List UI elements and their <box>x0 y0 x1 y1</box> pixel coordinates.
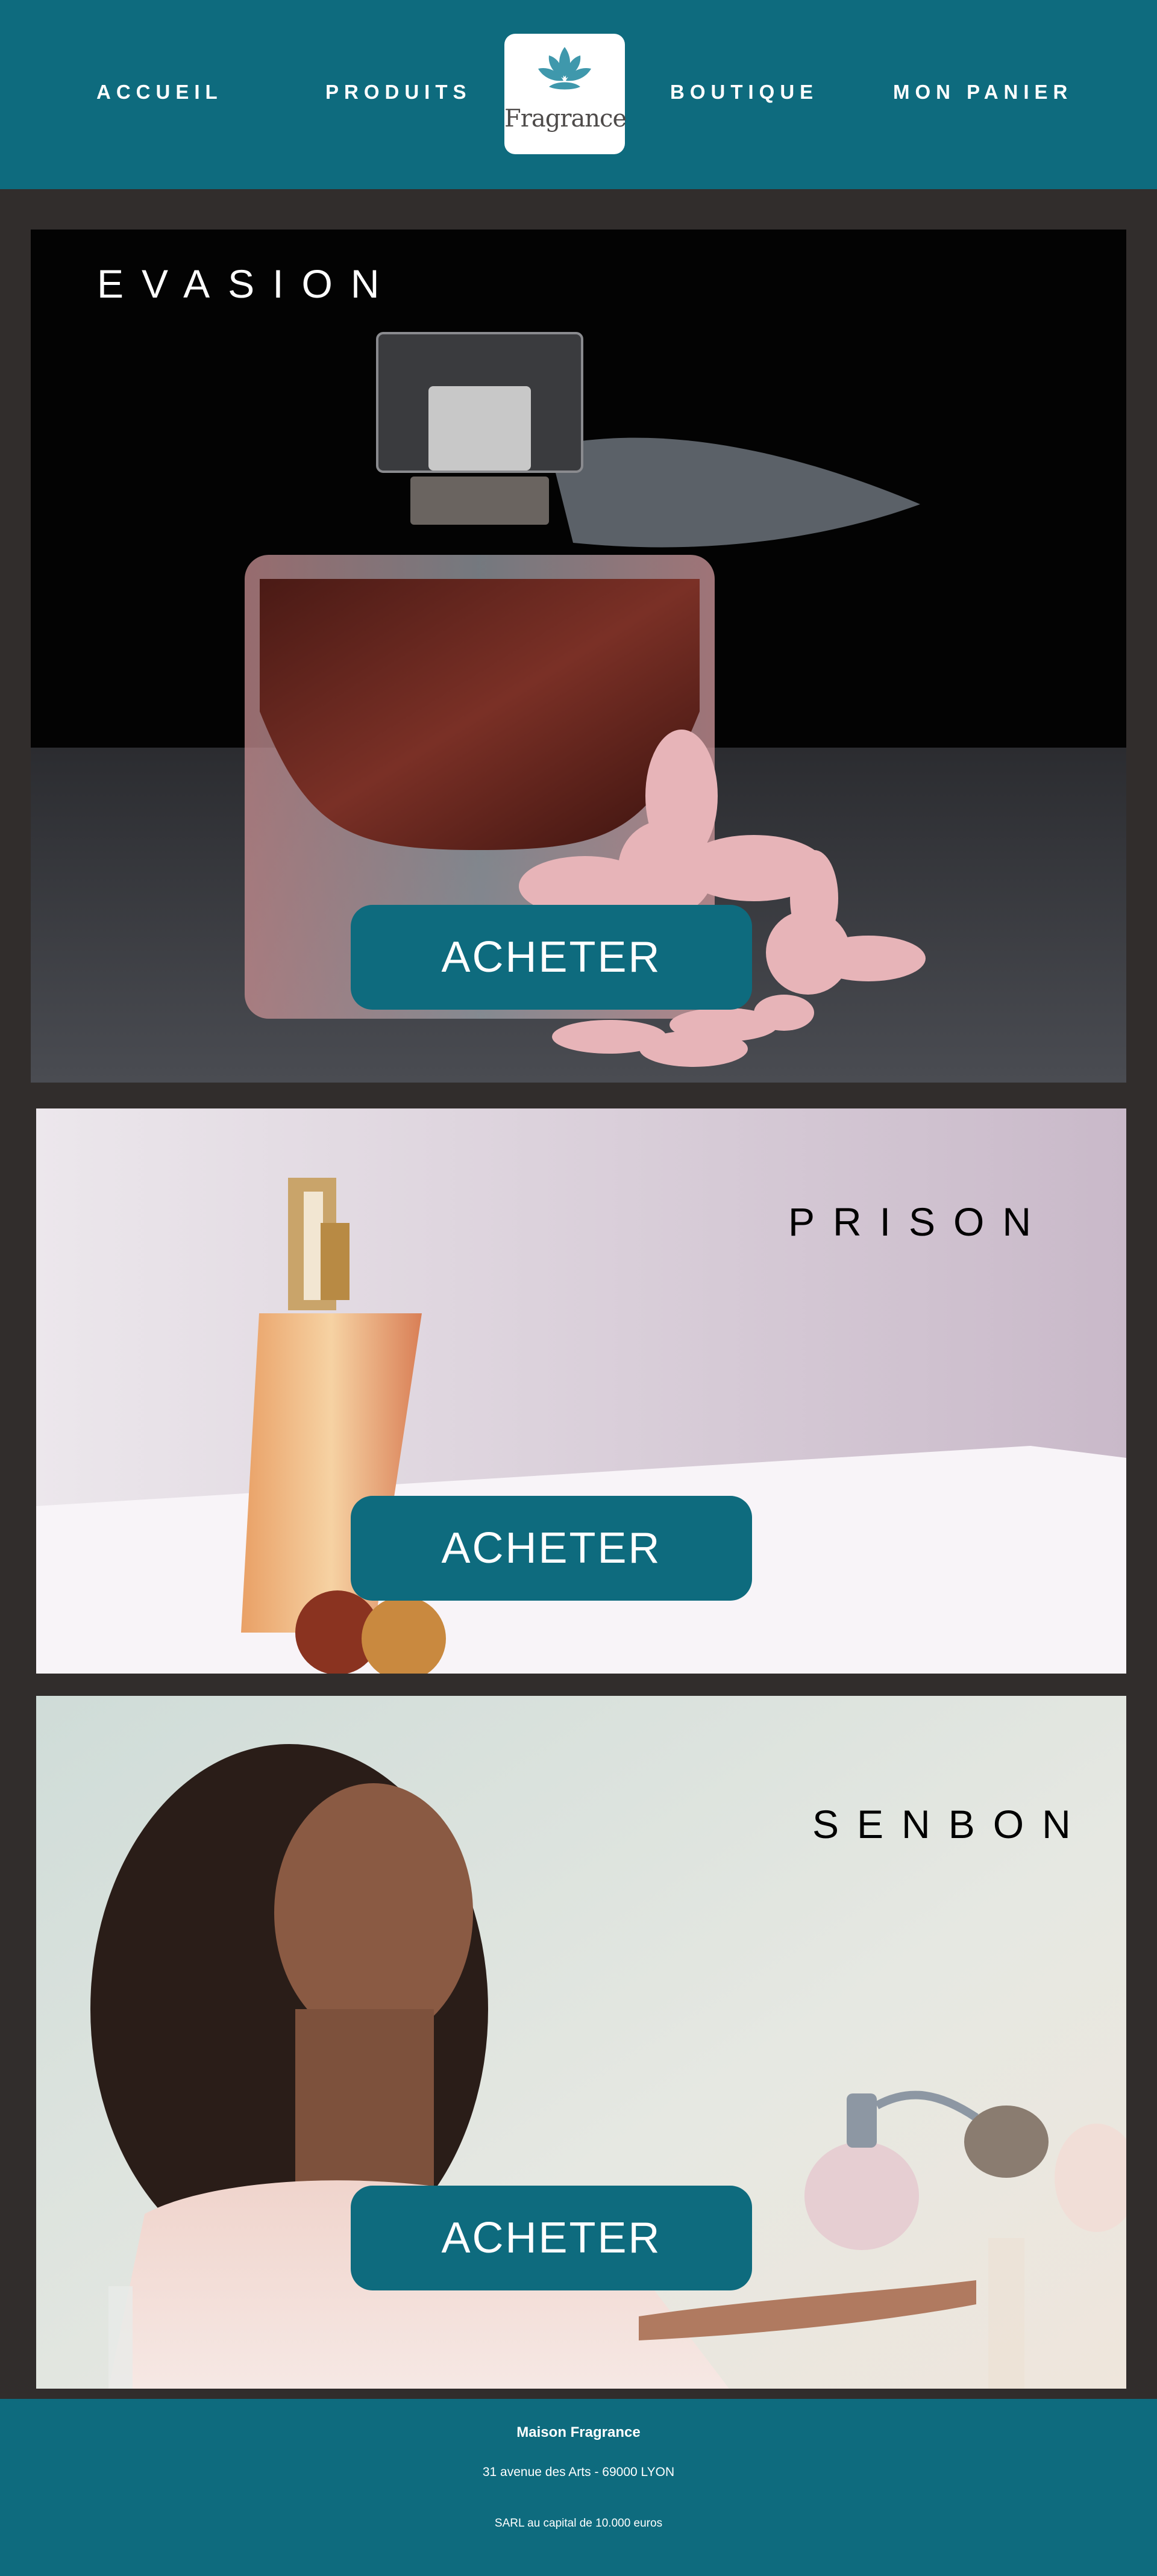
logo[interactable]: Fragrance <box>504 34 627 154</box>
footer-address: 31 avenue des Arts - 69000 LYON <box>482 2465 675 2479</box>
product-title-evasion: EVASION <box>97 261 398 306</box>
product-title-prison: PRISON <box>788 1199 1050 1244</box>
product-title-senbon: SENBON <box>812 1802 1089 1846</box>
nav-boutique[interactable]: BOUTIQUE <box>670 79 818 105</box>
product-panel-prison: PRISON ACHETER <box>36 1108 1126 1674</box>
buy-button-prison[interactable]: ACHETER <box>351 1496 752 1601</box>
product-panel-evasion: EVASION ACHETER <box>31 230 1126 1083</box>
buy-button-senbon[interactable]: ACHETER <box>351 2186 752 2290</box>
lotus-icon <box>538 47 591 90</box>
site-footer: Maison Fragrance 31 avenue des Arts - 69… <box>0 2399 1157 2576</box>
footer-capital: SARL au capital de 10.000 euros <box>494 2517 663 2530</box>
nav-accueil[interactable]: ACCUEIL <box>96 79 223 105</box>
site-header: ACCUEIL PRODUITS Fragrance BOUTIQUE MON … <box>0 0 1157 189</box>
nav-mon-panier[interactable]: MON PANIER <box>893 79 1073 105</box>
nav-produits[interactable]: PRODUITS <box>325 79 472 105</box>
logo-text: Fragrance <box>504 105 627 133</box>
product-panel-senbon: SENBON ACHETER <box>36 1696 1126 2389</box>
buy-button-evasion[interactable]: ACHETER <box>351 905 752 1010</box>
footer-company: Maison Fragrance <box>516 2424 641 2440</box>
